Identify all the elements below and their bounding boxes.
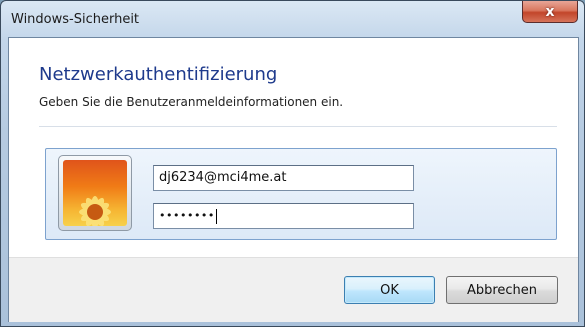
flower-icon	[79, 196, 111, 226]
credential-tile[interactable]: dj6234@mci4me.at ••••••••	[45, 148, 557, 240]
password-value: ••••••••	[159, 209, 215, 222]
dialog-client-area: Netzwerkauthentifizierung Geben Sie die …	[8, 37, 579, 322]
text-caret	[215, 208, 217, 224]
title-bar[interactable]: Windows-Sicherheit x	[1, 1, 585, 37]
user-flower-avatar-icon	[63, 160, 127, 226]
security-dialog-window: Windows-Sicherheit x Netzwerkauthentifiz…	[0, 0, 585, 327]
username-field[interactable]: dj6234@mci4me.at	[153, 165, 414, 191]
window-title: Windows-Sicherheit	[11, 12, 140, 27]
dialog-heading: Netzwerkauthentifizierung	[39, 64, 278, 85]
cancel-button-label: Abbrechen	[466, 282, 538, 298]
close-button[interactable]: x	[522, 1, 578, 23]
dialog-instructions: Geben Sie die Benutzeranmeldeinformation…	[39, 95, 344, 109]
cancel-button[interactable]: Abbrechen	[446, 276, 558, 304]
ok-button[interactable]: OK	[344, 276, 435, 304]
user-avatar	[58, 155, 132, 231]
ok-button-label: OK	[380, 282, 399, 298]
button-bar: OK Abbrechen	[9, 257, 578, 322]
password-field[interactable]: ••••••••	[153, 203, 414, 229]
divider	[39, 126, 557, 127]
username-value: dj6234@mci4me.at	[159, 170, 287, 185]
close-icon: x	[545, 3, 555, 20]
